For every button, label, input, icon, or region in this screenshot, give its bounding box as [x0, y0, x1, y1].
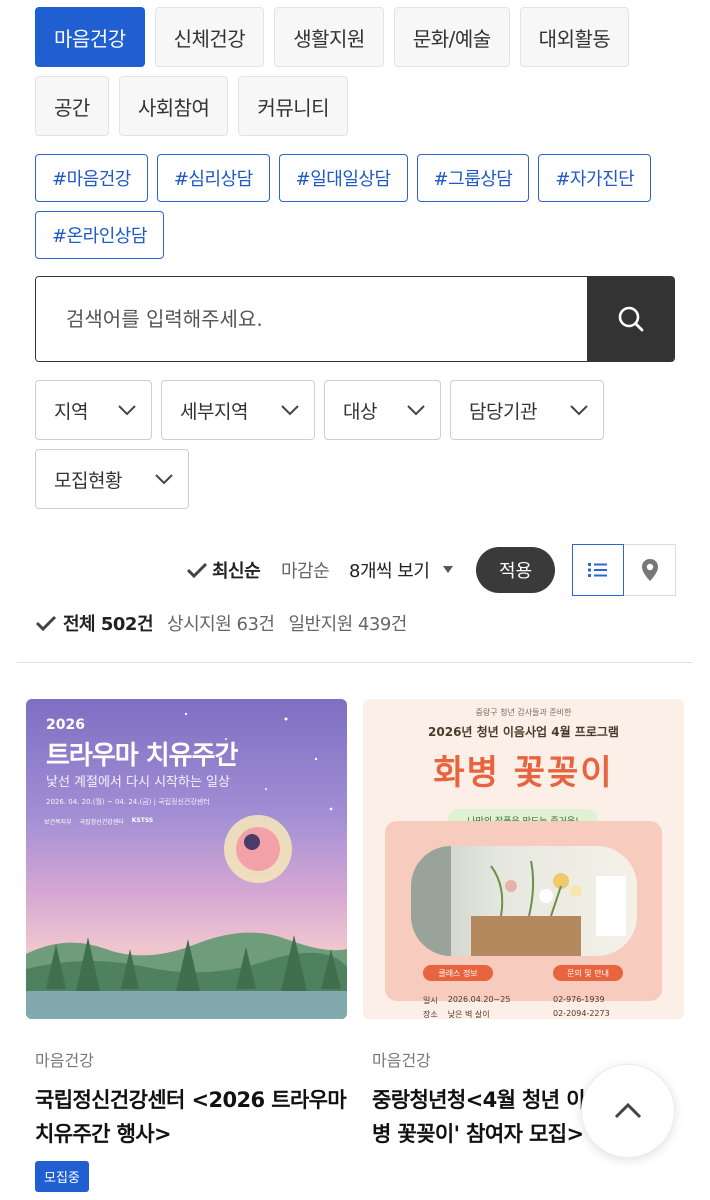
hashtag-chip[interactable]: #일대일상담 [278, 154, 408, 202]
filter-row-1: 지역 세부지역 대상 담당기관 [35, 380, 604, 440]
filter-label: 모집현황 [54, 469, 122, 492]
filter-label: 세부지역 [180, 400, 248, 423]
filter-label: 지역 [54, 400, 88, 423]
thumb-headline: 트라우마 치유주간 [46, 741, 238, 771]
hashtag-row-1: #마음건강 #심리상담 #일대일상담 #그룹상담 #자가진단 [35, 154, 652, 202]
filter-target[interactable]: 대상 [324, 380, 441, 440]
result-counts: 전체 502건 상시지원 63건 일반지원 439건 [35, 607, 407, 639]
thumb-place: 낮은 벽 살이 [447, 1010, 490, 1019]
filter-row-2: 모집현황 [35, 449, 189, 509]
thumb-date-line: 일시 2026.04.20~25 [423, 995, 510, 1006]
thumb-place-line: 장소 낮은 벽 살이 [423, 1009, 490, 1019]
filter-agency[interactable]: 담당기관 [450, 380, 604, 440]
hashtag-chip[interactable]: #그룹상담 [416, 154, 530, 202]
category-tabs-row-1: 마음건강 신체건강 생활지원 문화/예술 대외활동 [35, 7, 630, 67]
hashtag-chip[interactable]: #심리상담 [156, 154, 270, 202]
thumb-info-right: 문의 및 안내 [553, 965, 623, 981]
program-card[interactable]: 2026 트라우마 치유주간 낯선 계절에서 다시 시작하는 일상 2026. … [26, 699, 347, 1192]
chevron-up-icon [614, 1102, 642, 1119]
chevron-down-icon [570, 405, 588, 416]
hashtag-chip[interactable]: #마음건강 [35, 154, 148, 202]
thumb-date-label: 일시 [423, 996, 438, 1005]
check-icon [186, 562, 208, 579]
card-title[interactable]: 국립정신건강센터 <2026 트라우마 치유주간 행사> [35, 1083, 347, 1151]
tab-social-participation[interactable]: 사회참여 [118, 76, 229, 136]
filter-label: 대상 [343, 400, 377, 423]
tab-community[interactable]: 커뮤니티 [238, 76, 349, 136]
filter-region[interactable]: 지역 [35, 380, 152, 440]
search-button[interactable] [587, 277, 674, 361]
count-always[interactable]: 상시지원 63건 [167, 610, 275, 636]
tab-mental-health[interactable]: 마음건강 [35, 7, 145, 67]
thumb-logos: 보건복지부 국립정신건강센터 KSTSS [44, 817, 153, 826]
tab-culture-art[interactable]: 문화/예술 [393, 7, 510, 67]
hashtag-row-2: #온라인상담 [35, 211, 164, 259]
filter-recruit-status[interactable]: 모집현황 [35, 449, 189, 509]
thumb-info-left: 클래스 정보 [423, 965, 493, 981]
tab-living-support[interactable]: 생활지원 [274, 7, 384, 67]
thumb-top-line: 중랑구 청년 감사들과 준비한 [475, 708, 572, 717]
logo-ministry: 보건복지부 [44, 819, 72, 826]
chevron-down-icon [281, 405, 299, 416]
thumb-date: 2026.04.20~25 [447, 995, 511, 1004]
search-input[interactable] [36, 277, 587, 361]
search-bar [35, 276, 675, 362]
hashtag-chip[interactable]: #온라인상담 [35, 211, 164, 259]
thumb-photo [411, 846, 637, 956]
thumb-headline: 화병 꽃꽂이 [433, 753, 614, 793]
search-icon [618, 306, 643, 332]
filter-sub-region[interactable]: 세부지역 [161, 380, 315, 440]
thumb-phone1: 02-976-1939 [553, 995, 605, 1004]
list-icon [588, 563, 607, 577]
logo-kstss: KSTSS [131, 817, 154, 824]
per-page-select[interactable]: 8개씩 보기 [349, 544, 454, 596]
logo-center: 국립정신건강센터 [79, 819, 124, 826]
list-view-button[interactable] [572, 544, 624, 596]
sort-newest-option[interactable]: 최신순 [186, 544, 261, 596]
map-view-button[interactable] [624, 544, 676, 596]
apply-button[interactable]: 적용 [476, 547, 555, 593]
thumb-year: 2026 [46, 717, 85, 733]
flower-vase-image [411, 846, 626, 956]
status-badge: 모집중 [35, 1161, 89, 1192]
count-general[interactable]: 일반지원 439건 [288, 610, 407, 636]
filter-label: 담당기관 [469, 400, 537, 423]
thumb-program: 2026년 청년 이음사업 4월 프로그램 [428, 725, 619, 739]
thumb-dates: 2026. 04. 20.(월) ~ 04. 24.(금) | 국립정신건강센터 [46, 798, 210, 806]
tab-physical-health[interactable]: 신체건강 [154, 7, 265, 67]
thumb-subline: 낯선 계절에서 다시 시작하는 일상 [46, 775, 230, 790]
sort-bar: 최신순 마감순 8개씩 보기 적용 [0, 544, 710, 596]
map-pin-icon [641, 559, 658, 581]
card-thumbnail: 2026 트라우마 치유주간 낯선 계절에서 다시 시작하는 일상 2026. … [26, 699, 347, 1019]
tab-space[interactable]: 공간 [35, 76, 109, 136]
count-total[interactable]: 전체 502건 [35, 610, 154, 636]
chevron-down-icon [118, 405, 136, 416]
thumb-place-label: 장소 [423, 1010, 438, 1019]
hashtag-chip[interactable]: #자가진단 [538, 154, 652, 202]
divider [17, 662, 693, 663]
card-thumbnail: 중랑구 청년 감사들과 준비한 2026년 청년 이음사업 4월 프로그램 화병… [363, 699, 684, 1019]
thumb-phone2: 02-2094-2273 [553, 1009, 610, 1018]
scroll-top-button[interactable] [581, 1064, 675, 1158]
chevron-down-icon [407, 405, 425, 416]
card-category: 마음건강 [35, 1051, 94, 1070]
category-tabs-row-2: 공간 사회참여 커뮤니티 [35, 76, 349, 136]
per-page-label: 8개씩 보기 [349, 561, 430, 582]
count-total-label: 전체 502건 [63, 614, 154, 635]
check-icon [35, 615, 57, 632]
tab-external-activity[interactable]: 대외활동 [519, 7, 630, 67]
chevron-down-icon [155, 474, 173, 485]
sort-newest-label: 최신순 [212, 561, 261, 582]
caret-down-icon [443, 566, 454, 573]
sort-deadline-option[interactable]: 마감순 [281, 544, 330, 596]
